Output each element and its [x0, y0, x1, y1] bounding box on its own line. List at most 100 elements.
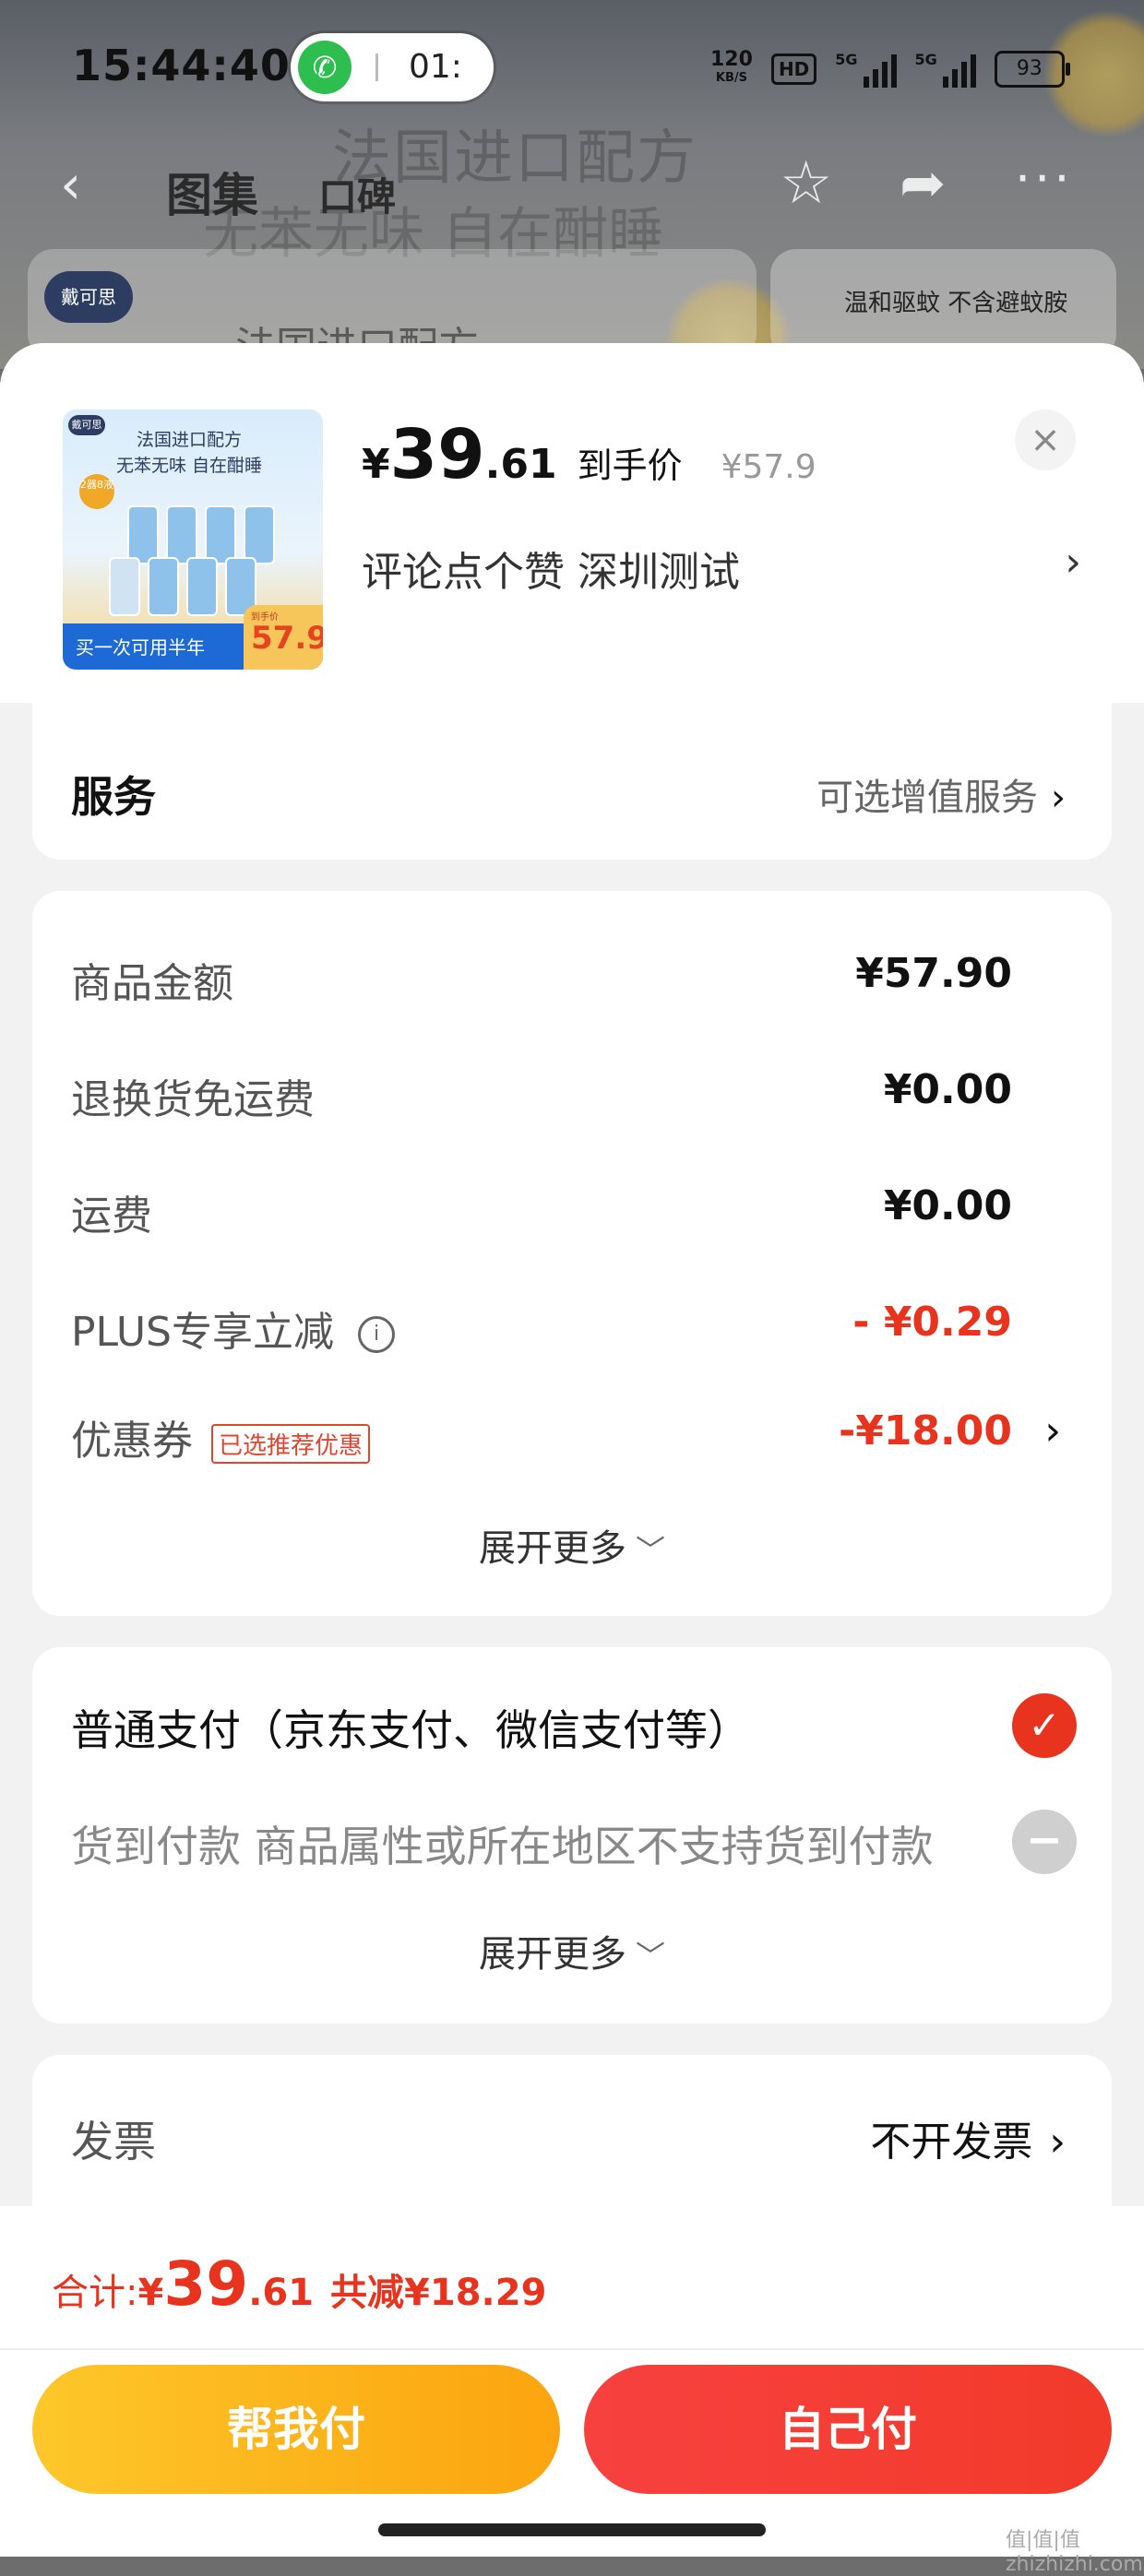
fee-breakdown-card: 商品金额 ¥57.90 退换货免运费 ¥0.00 运费 ¥0.00 PLUS专享… [32, 891, 1112, 1616]
fee-label: 优惠券 已选推荐优惠 [71, 1407, 371, 1466]
bottle-graphic [186, 557, 218, 616]
signal-type-label: 5G [835, 51, 858, 68]
pay-myself-button[interactable]: 自己付 [584, 2365, 1112, 2494]
total-integer: 39 [163, 2249, 249, 2320]
thumb-price-tag: 到手价 57.9 [244, 605, 323, 670]
thumb-footer-text: 买一次可用半年 [76, 636, 205, 659]
unavailable-icon: − [1012, 1810, 1077, 1874]
tab-reviews[interactable]: 口碑 [318, 166, 396, 222]
hd-voice-icon: HD [770, 53, 817, 85]
network-speed-value: 120 [710, 48, 753, 71]
bottle-graphic [109, 557, 140, 616]
more-icon[interactable]: ··· [1015, 149, 1074, 208]
help-me-pay-button[interactable]: 帮我付 [32, 2365, 560, 2494]
checkmark-selected-icon[interactable]: ✓ [1012, 1693, 1077, 1758]
chevron-down-icon: ﹀ [635, 1533, 665, 1568]
favorite-star-icon[interactable]: ☆ [780, 149, 832, 218]
price-decimal: .61 [484, 441, 557, 488]
top-nav: ‹ 图集 口碑 ☆ ➦ ··· [0, 138, 1144, 231]
price-tag-label: 到手价 [577, 445, 683, 486]
payment-label: 货到付款 商品属性或所在地区不支持货到付款 [71, 1822, 934, 1871]
service-option: 可选增值服务 › [816, 767, 1066, 821]
total-label: 合计: [52, 2272, 138, 2314]
thumb-price-value: 57.9 [251, 620, 323, 657]
price-integer: 39 [389, 415, 485, 494]
bottle-graphic [166, 505, 197, 564]
chevron-right-icon: › [1044, 1407, 1061, 1454]
fee-value: ¥57.90 [855, 950, 1012, 997]
currency-symbol: ¥ [362, 441, 390, 488]
payment-option-normal[interactable]: 普通支付（京东支付、微信支付等） ✓ [71, 1693, 1077, 1767]
brand-logo: 戴可思 [44, 271, 133, 323]
battery-icon: 93 [994, 51, 1070, 88]
order-total: 合计: ¥ 39 .61 共减¥18.29 [52, 2249, 546, 2320]
invoice-label: 发票 [71, 2117, 156, 2166]
signal-type-label: 5G [914, 51, 937, 68]
expand-more-label: 展开更多 [478, 1527, 626, 1570]
thumb-line1: 法国进口配方 [137, 430, 243, 450]
clock: 15:44:40 [72, 41, 291, 90]
signal-icon: 5G [915, 51, 976, 88]
back-arrow-icon[interactable]: ‹ [60, 153, 81, 216]
call-timer: 01: [409, 48, 462, 86]
total-decimal: .61 [248, 2272, 315, 2314]
fee-label: 运费 [71, 1193, 152, 1240]
system-icons: 120 KB/S HD 5G 5G 93 [710, 46, 1070, 92]
product-header: 戴可思 法国进口配方 无苯无味 自在酣睡 2器8液 买一次可用半年 到手价 57… [0, 343, 1144, 703]
fee-label-text: PLUS专享立减 [71, 1309, 334, 1356]
fee-value: ¥0.00 [883, 1066, 1012, 1113]
fee-label: 退换货免运费 [71, 1076, 315, 1123]
invoice-value-text: 不开发票 [870, 2119, 1033, 2166]
divider [375, 53, 378, 81]
product-thumbnail[interactable]: 戴可思 法国进口配方 无苯无味 自在酣睡 2器8液 买一次可用半年 到手价 57… [63, 410, 323, 670]
fee-label: PLUS专享立减 i [71, 1299, 395, 1358]
fee-row-plus-discount: PLUS专享立减 i - ¥0.29 [71, 1299, 1072, 1365]
home-indicator[interactable] [378, 2523, 766, 2536]
original-price: ¥57.9 [721, 448, 816, 486]
selected-spec: 评论点个赞 深圳测试 [362, 549, 740, 596]
chevron-right-icon: › [1051, 777, 1066, 819]
bottle-graphic [148, 557, 179, 616]
total-saved: 共减¥18.29 [330, 2272, 547, 2314]
payment-label: 普通支付（京东支付、微信支付等） [71, 1705, 750, 1755]
network-speed: 120 KB/S [710, 48, 753, 88]
watermark: 值|值|值 zhizhizhi.com [1006, 2529, 1143, 2576]
invoice-value: 不开发票 › [870, 2108, 1066, 2167]
network-speed-unit: KB/S [715, 71, 748, 85]
fee-label: 商品金额 [71, 960, 233, 1007]
info-icon[interactable]: i [358, 1316, 395, 1353]
fee-row-coupon[interactable]: 优惠券 已选推荐优惠 -¥18.00 › [71, 1407, 1072, 1474]
expand-more-label: 展开更多 [478, 1933, 626, 1976]
payment-option-cod: 货到付款 商品属性或所在地区不支持货到付款 − [71, 1810, 1077, 1883]
phone-icon: ✆ [298, 41, 352, 94]
bottle-graphic [244, 505, 275, 564]
spec-selector[interactable]: 评论点个赞 深圳测试 › [362, 539, 1081, 596]
divider [0, 2348, 1144, 2350]
chevron-down-icon: ﹀ [635, 1939, 665, 1974]
currency-symbol: ¥ [137, 2272, 164, 2314]
share-icon[interactable]: ➦ [900, 151, 946, 216]
chevron-right-icon: › [1049, 2119, 1066, 2166]
fee-row-return-shipping: 退换货免运费 ¥0.00 [71, 1066, 1072, 1133]
thumb-badge: 2器8液 [79, 474, 114, 509]
expand-more-fees[interactable]: 展开更多 ﹀ [32, 1518, 1112, 1572]
product-price: ¥ 39 .61 到手价 ¥57.9 [362, 415, 816, 494]
payment-method-card: 普通支付（京东支付、微信支付等） ✓ 货到付款 商品属性或所在地区不支持货到付款… [32, 1647, 1112, 2024]
coupon-recommended-badge: 已选推荐优惠 [211, 1423, 371, 1464]
thumb-brand-logo: 戴可思 [68, 415, 105, 435]
thumb-line2: 无苯无味 自在酣睡 [116, 456, 263, 476]
bottle-graphic [205, 505, 236, 564]
fee-row-shipping: 运费 ¥0.00 [71, 1182, 1072, 1249]
tab-gallery[interactable]: 图集 [166, 159, 258, 225]
banner-card-promo-text: 温和驱蚊 不含避蚊胺 [844, 290, 1068, 317]
ongoing-call-pill[interactable]: ✆ 01: [291, 33, 494, 101]
close-icon[interactable]: × [1015, 410, 1076, 470]
fee-row-goods: 商品金额 ¥57.90 [71, 950, 1072, 1016]
expand-more-payment[interactable]: 展开更多 ﹀ [32, 1924, 1112, 1977]
bottle-graphic [127, 505, 159, 564]
signal-icon: 5G [835, 51, 897, 88]
service-option-label: 可选增值服务 [816, 777, 1038, 819]
service-card[interactable]: 服务 可选增值服务 › [32, 703, 1112, 860]
fee-value: ¥0.00 [883, 1182, 1012, 1229]
checkout-footer: 合计: ¥ 39 .61 共减¥18.29 帮我付 自己付 [0, 2206, 1144, 2557]
